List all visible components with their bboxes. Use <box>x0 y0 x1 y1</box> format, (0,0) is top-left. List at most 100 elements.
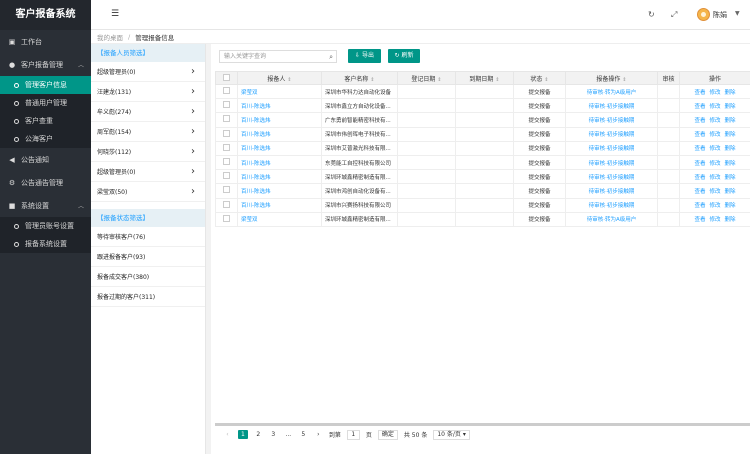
view-link[interactable]: 查看 <box>694 90 705 96</box>
search-input[interactable]: 输入关键字查询 ⌕ <box>219 50 337 63</box>
breadcrumb-home[interactable]: 我的桌面 <box>97 32 123 42</box>
column-header[interactable]: 报备人 ⇕ <box>237 71 322 85</box>
edit-link[interactable]: 修改 <box>709 175 720 181</box>
delete-link[interactable]: 删除 <box>725 217 736 223</box>
edit-link[interactable]: 修改 <box>709 146 720 152</box>
prev-page-icon[interactable]: ‹ <box>223 431 232 438</box>
goto-page-input[interactable]: 1 <box>346 429 360 440</box>
fullscreen-icon[interactable]: ⤢ <box>671 10 677 20</box>
sidebar-item-admin-accounts[interactable]: 管理员账号设置 <box>0 217 91 235</box>
sidebar-item-dedupe[interactable]: 客户查重 <box>0 112 91 130</box>
reporter-cell[interactable]: 百川-陈选炜 <box>237 98 322 114</box>
sidebar-item-manage-customers[interactable]: 管理客户信息 <box>0 76 91 94</box>
sidebar-item-report-settings[interactable]: 报备系统设置 <box>0 235 91 253</box>
delete-link[interactable]: 删除 <box>725 175 736 181</box>
sort-icon[interactable]: ⇕ <box>622 77 626 83</box>
staff-filter-item[interactable]: 何晓莎(112) › <box>91 142 205 162</box>
reporter-cell[interactable]: 百川-陈选炜 <box>237 197 322 213</box>
search-icon[interactable]: ⌕ <box>329 52 333 63</box>
column-header[interactable]: 状态 ⇕ <box>513 71 566 85</box>
edit-link[interactable]: 修改 <box>709 217 720 223</box>
column-header[interactable]: 到期日期 ⇕ <box>455 71 514 85</box>
staff-filter-item[interactable]: 超级管理员(0) › <box>91 62 205 82</box>
table-row[interactable]: 百川-陈选炜 深圳环城鑫精密制造有限... 提交报备 待审核·初步接触期 查看 修改 删除 <box>215 169 750 185</box>
view-link[interactable]: 查看 <box>694 217 705 223</box>
checkbox[interactable] <box>223 129 230 137</box>
view-link[interactable]: 查看 <box>694 161 705 167</box>
report-action-cell[interactable]: 待审核·转为A级用户 <box>565 211 658 227</box>
refresh-button[interactable]: ↻ 刷新 <box>388 49 420 63</box>
sort-icon[interactable]: ⇕ <box>544 77 548 83</box>
table-row[interactable]: 百川-陈选炜 深圳市兴赛扬科技有限公司 提交报备 待审核·初步接触期 查看 修改 删除 <box>215 197 750 213</box>
report-action-cell[interactable]: 待审核·初步接触期 <box>565 140 658 156</box>
sort-icon[interactable]: ⇕ <box>370 77 374 83</box>
checkbox[interactable] <box>223 115 230 123</box>
reporter-cell[interactable]: 百川-陈选炜 <box>237 183 322 199</box>
view-link[interactable]: 查看 <box>694 118 705 124</box>
column-header[interactable]: 客户名称 ⇕ <box>321 71 398 85</box>
checkbox[interactable] <box>223 186 230 194</box>
avatar[interactable] <box>697 8 710 21</box>
row-checkbox-cell[interactable] <box>215 140 238 156</box>
view-link[interactable]: 查看 <box>694 189 705 195</box>
next-page-icon[interactable]: › <box>314 431 323 438</box>
edit-link[interactable]: 修改 <box>709 132 720 138</box>
delete-link[interactable]: 删除 <box>725 161 736 167</box>
report-action-cell[interactable]: 待审核·初步接触期 <box>565 197 658 213</box>
staff-filter-item[interactable]: 汪建龙(131) › <box>91 82 205 102</box>
select-all-header[interactable] <box>215 71 238 85</box>
report-action-cell[interactable]: 待审核·初步接触期 <box>565 154 658 171</box>
export-button[interactable]: ⇩ 导出 <box>348 49 381 63</box>
staff-filter-item[interactable]: 超级管理员(0) › <box>91 162 205 182</box>
delete-link[interactable]: 删除 <box>725 146 736 152</box>
edit-link[interactable]: 修改 <box>709 203 720 209</box>
page-button[interactable]: 5 <box>299 431 308 438</box>
reporter-cell[interactable]: 百川-陈选炜 <box>237 126 322 142</box>
row-checkbox-cell[interactable] <box>215 211 238 227</box>
reporter-cell[interactable]: 梁莹双 <box>237 83 322 100</box>
delete-link[interactable]: 删除 <box>725 203 736 209</box>
view-link[interactable]: 查看 <box>694 132 705 138</box>
sidebar-item-system-settings[interactable]: ■ 系统设置 ︿ <box>0 194 91 217</box>
staff-filter-item[interactable]: 牟义彪(274) › <box>91 102 205 122</box>
report-action-cell[interactable]: 待审核·初步接触期 <box>565 169 658 185</box>
view-link[interactable]: 查看 <box>694 146 705 152</box>
checkbox[interactable] <box>223 172 230 180</box>
status-filter-item[interactable]: 报备过期的客户(311) <box>91 287 205 307</box>
sidebar-item-users[interactable]: 普通用户管理 <box>0 94 91 112</box>
column-header[interactable]: 登记日期 ⇕ <box>397 71 456 85</box>
edit-link[interactable]: 修改 <box>709 90 720 96</box>
delete-link[interactable]: 删除 <box>725 132 736 138</box>
report-action-cell[interactable]: 待审核·转为A级用户 <box>565 83 658 100</box>
table-row[interactable]: 百川-陈选炜 深圳市艾普激光科技有限... 提交报备 待审核·初步接触期 查看 修改 删除 <box>215 140 750 156</box>
delete-link[interactable]: 删除 <box>725 189 736 195</box>
status-filter-item[interactable]: 跟进报备客户(93) <box>91 247 205 267</box>
view-link[interactable]: 查看 <box>694 203 705 209</box>
view-link[interactable]: 查看 <box>694 104 705 110</box>
edit-link[interactable]: 修改 <box>709 161 720 167</box>
table-row[interactable]: 梁莹双 深圳环城鑫精密制造有限... 提交报备 待审核·转为A级用户 查看 修改 删除 <box>215 211 750 227</box>
report-action-cell[interactable]: 待审核·初步接触期 <box>565 112 658 128</box>
status-filter-item[interactable]: 报备成交客户(380) <box>91 267 205 287</box>
status-filter-item[interactable]: 等待审核客户(76) <box>91 227 205 247</box>
table-row[interactable]: 百川-陈选炜 广东勇前智能精密科技有... 提交报备 待审核·初步接触期 查看 修改 删除 <box>215 112 750 128</box>
checkbox[interactable] <box>223 158 230 166</box>
delete-link[interactable]: 删除 <box>725 104 736 110</box>
staff-filter-item[interactable]: 梁莹双(50) › <box>91 182 205 202</box>
row-checkbox-cell[interactable] <box>215 83 238 100</box>
edit-link[interactable]: 修改 <box>709 189 720 195</box>
chevron-down-icon[interactable]: ▼ <box>735 10 740 17</box>
column-header[interactable]: 报备操作 ⇕ <box>565 71 658 85</box>
page-button[interactable]: 3 <box>269 431 278 438</box>
staff-filter-item[interactable]: 周军彪(154) › <box>91 122 205 142</box>
table-row[interactable]: 百川-陈选炜 深圳市伟创晖电子科技有... 提交报备 待审核·初步接触期 查看 修改 删除 <box>215 126 750 142</box>
reporter-cell[interactable]: 梁莹双 <box>237 211 322 227</box>
checkbox[interactable] <box>223 200 230 208</box>
checkbox[interactable] <box>223 101 230 109</box>
sidebar-item-notice[interactable]: ◀ 公告通知 <box>0 148 91 171</box>
refresh-icon[interactable]: ↻ <box>648 10 655 19</box>
sort-icon[interactable]: ⇕ <box>495 77 499 83</box>
table-row[interactable]: 百川-陈选炜 深圳市鸿创自动化设备有... 提交报备 待审核·初步接触期 查看 修改 删除 <box>215 183 750 199</box>
reporter-cell[interactable]: 百川-陈选炜 <box>237 140 322 156</box>
delete-link[interactable]: 删除 <box>725 118 736 124</box>
